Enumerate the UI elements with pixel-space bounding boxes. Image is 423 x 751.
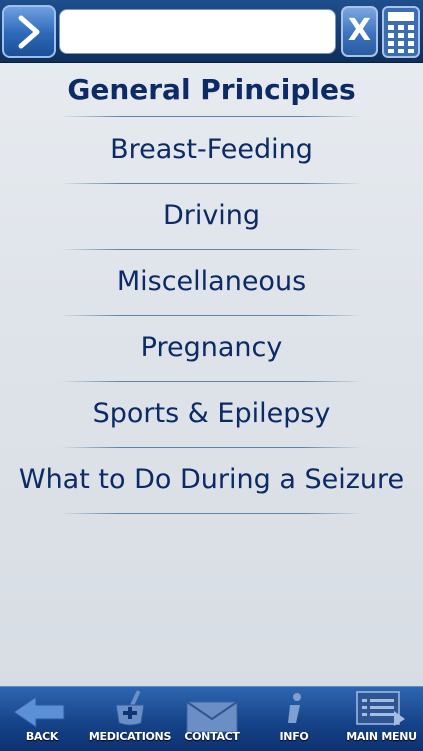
calculator-icon (382, 6, 420, 58)
contact-tab[interactable]: CONTACT (176, 687, 248, 751)
info-tab[interactable]: INFO (248, 687, 340, 751)
search-input[interactable] (59, 9, 336, 54)
info-icon (288, 693, 301, 723)
main-menu-tab[interactable]: MAIN MENU (340, 687, 423, 751)
mortar-pestle-icon (115, 690, 145, 726)
bottom-tab-bar: BACK MEDICATIONS CONTACT INFO MAIN MENU (0, 686, 423, 751)
section-title: General Principles (67, 73, 356, 106)
back-arrow-icon (13, 696, 65, 728)
list-item-miscellaneous[interactable]: Miscellaneous (0, 250, 423, 314)
list-item-seizure[interactable]: What to Do During a Seizure (0, 448, 423, 512)
main-menu-tab-label: MAIN MENU (346, 730, 417, 743)
divider (60, 116, 363, 117)
divider (60, 513, 363, 514)
medications-tab-label: MEDICATIONS (88, 730, 172, 743)
calculator-button[interactable] (382, 6, 420, 58)
list-item-sports-epilepsy[interactable]: Sports & Epilepsy (0, 382, 423, 446)
search-bar: X (0, 0, 423, 63)
contact-tab-label: CONTACT (184, 730, 240, 743)
chevron-right-icon (18, 15, 40, 49)
go-button[interactable] (2, 5, 56, 58)
clear-button[interactable]: X (341, 6, 378, 57)
list-item-driving[interactable]: Driving (0, 184, 423, 248)
envelope-icon (186, 701, 238, 733)
info-tab-label: INFO (279, 730, 309, 743)
back-tab-label: BACK (25, 730, 59, 743)
back-tab[interactable]: BACK (0, 687, 84, 751)
medications-tab[interactable]: MEDICATIONS (84, 687, 176, 751)
menu-list-icon (356, 691, 405, 726)
list-item-pregnancy[interactable]: Pregnancy (0, 316, 423, 380)
list-item-breast-feeding[interactable]: Breast-Feeding (0, 118, 423, 182)
